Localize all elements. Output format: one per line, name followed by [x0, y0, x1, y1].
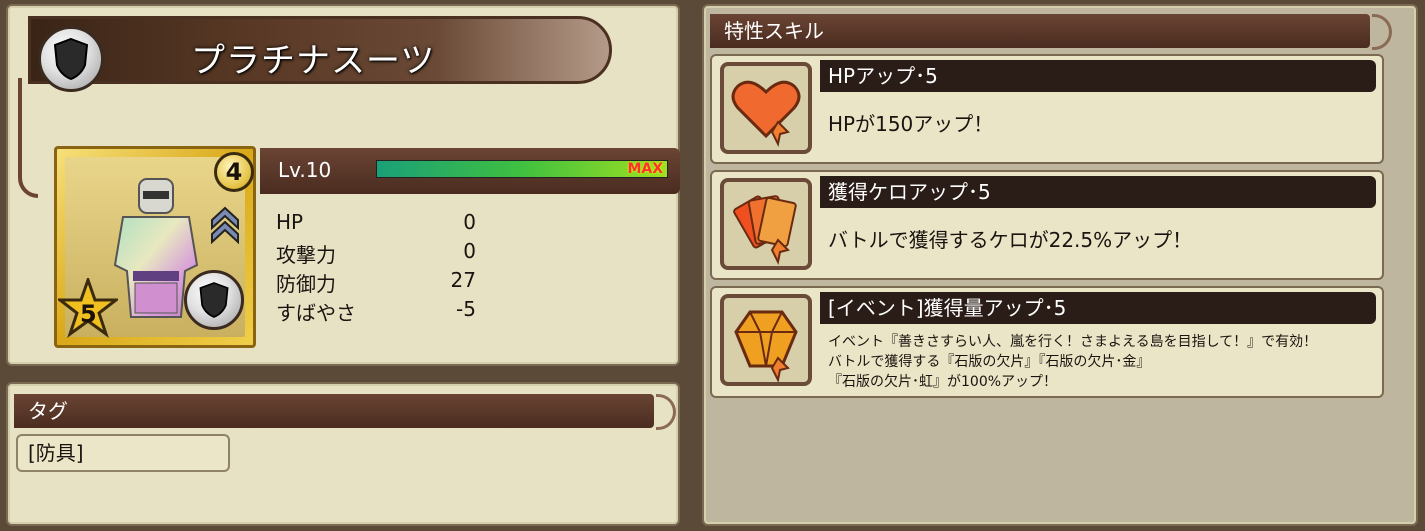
- exp-fill: [377, 161, 667, 177]
- skill-card-hp[interactable]: HPアップ･5 HPが150アップ！: [710, 54, 1384, 164]
- heart-icon: [731, 80, 801, 148]
- stats-list: HP 0 攻撃力 0 防御力 27 すばやさ -5: [276, 210, 476, 326]
- skill-title: 獲得ケロアップ･5: [820, 176, 1376, 208]
- stat-value: 0: [463, 210, 476, 234]
- title-banner: プラチナスーツ: [28, 16, 612, 84]
- stat-label: HP: [276, 210, 304, 234]
- tag-panel: タグ [防具]: [6, 382, 680, 526]
- skill-icon-frame: [720, 294, 812, 386]
- stat-row-speed: すばやさ -5: [276, 297, 476, 326]
- skill-description: イベント『善きさすらい人、嵐を行く！さまよえる島を目指して！』で有効！ バトルで…: [828, 332, 1317, 392]
- frame-ornament: [18, 78, 38, 198]
- stat-row-defense: 防御力 27: [276, 268, 476, 297]
- skill-icon-frame: [720, 178, 812, 270]
- item-detail-panel: プラチナスーツ 4 5 Lv.10 MAX HP 0 攻撃力 0 防御力 27 …: [6, 4, 680, 366]
- skill-header-label: 特性スキル: [724, 19, 824, 43]
- stat-value: 0: [463, 239, 476, 263]
- header-curl-ornament: [656, 394, 676, 430]
- stat-value: 27: [450, 268, 476, 292]
- exp-bar: MAX: [376, 160, 668, 178]
- star-count: 5: [80, 300, 97, 328]
- armor-type-icon: [184, 270, 244, 330]
- stat-value: -5: [456, 297, 476, 321]
- tag-header: タグ: [14, 394, 654, 428]
- header-curl-ornament: [1372, 14, 1392, 50]
- item-name: プラチナスーツ: [191, 41, 436, 81]
- stat-label: 攻撃力: [276, 243, 336, 267]
- tag-header-label: タグ: [28, 399, 68, 423]
- gem-icon: [734, 310, 798, 384]
- level-label: Lv.10: [278, 158, 332, 182]
- cards-icon: [733, 195, 797, 266]
- rank-up-chevron-icon: [211, 206, 239, 244]
- stat-row-attack: 攻撃力 0: [276, 239, 476, 268]
- skill-description-line: 『石版の欠片･虹』が100%アップ！: [828, 374, 1058, 390]
- tag-item[interactable]: [防具]: [16, 434, 230, 472]
- level-bar: Lv.10 MAX: [260, 148, 680, 194]
- skill-card-event[interactable]: [イベント]獲得量アップ･5 イベント『善きさすらい人、嵐を行く！さまよえる島を…: [710, 286, 1384, 398]
- skill-title: HPアップ･5: [820, 60, 1376, 92]
- skill-header: 特性スキル: [710, 14, 1370, 48]
- skill-description: HPが150アップ！: [828, 112, 994, 136]
- skill-description-line: バトルで獲得する『石版の欠片』『石版の欠片･金』: [828, 354, 1151, 370]
- stat-label: すばやさ: [276, 301, 356, 325]
- skill-icon-frame: [720, 62, 812, 154]
- max-label: MAX: [627, 161, 663, 177]
- rank-badge: 4: [214, 152, 254, 192]
- skill-description-line: イベント『善きさすらい人、嵐を行く！さまよえる島を目指して！』で有効！: [828, 334, 1318, 350]
- skill-description: バトルで獲得するケロが22.5%アップ！: [828, 228, 1193, 252]
- armor-category-icon: [38, 26, 104, 92]
- skill-title: [イベント]獲得量アップ･5: [820, 292, 1376, 324]
- skill-card-kero[interactable]: 獲得ケロアップ･5 バトルで獲得するケロが22.5%アップ！: [710, 170, 1384, 280]
- skill-panel: 特性スキル HPアップ･5 HPが150アップ！ 獲得ケロアップ･5 バトルで獲…: [702, 4, 1418, 526]
- stat-row-hp: HP 0: [276, 210, 476, 239]
- stat-label: 防御力: [276, 272, 336, 296]
